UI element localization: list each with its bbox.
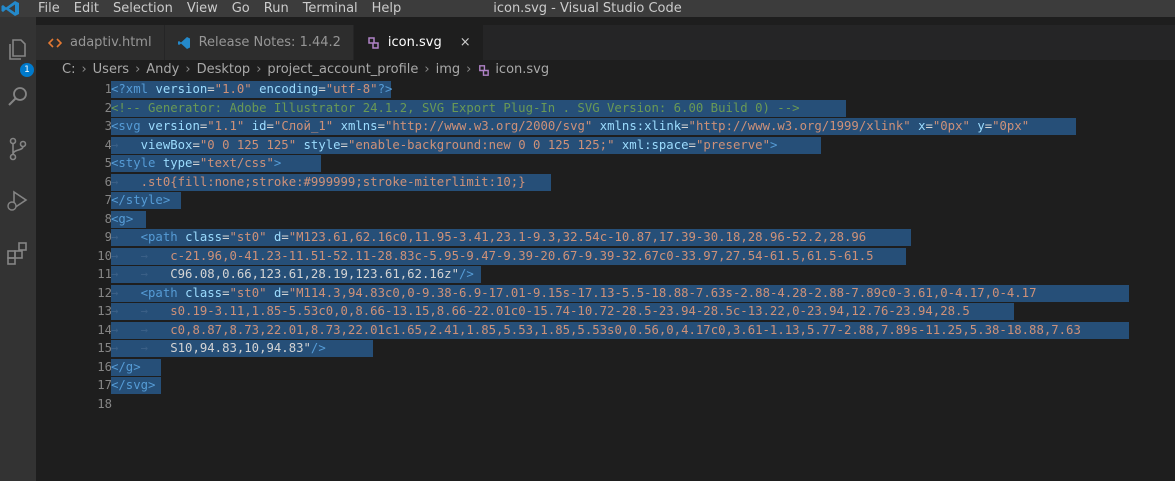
line-number: 3: [104, 119, 112, 133]
menu-file[interactable]: File: [38, 0, 60, 17]
menu-bar: File Edit Selection View Go Run Terminal…: [38, 0, 415, 17]
line-number: 18: [97, 396, 112, 411]
code-text: </svg>: [111, 378, 156, 392]
svg-file-icon: [366, 36, 380, 50]
line-number: 7: [104, 193, 112, 207]
menu-go[interactable]: Go: [232, 0, 250, 17]
tab-icon-svg[interactable]: icon.svg ×: [353, 25, 484, 60]
code-text: </style>: [111, 193, 171, 207]
line-number: 2: [104, 100, 112, 115]
line-number: 1: [104, 82, 112, 96]
code-line[interactable]: 11 → → C96.08,0.66,123.61,28.19,123.61,62…: [36, 265, 1175, 284]
tab-adaptiv-html[interactable]: adaptiv.html: [36, 25, 165, 60]
code-text: → viewBox="0 0 125 125" style="enable-ba…: [111, 137, 778, 152]
code-line[interactable]: 1 <?xml version="1.0" encoding="utf-8"?>: [36, 80, 1175, 99]
menu-view[interactable]: View: [187, 0, 218, 17]
chevron-right-icon: ›: [466, 62, 472, 77]
code-line[interactable]: 15 → → S10,94.83,10,94.83"/>: [36, 339, 1175, 358]
line-number: 8: [104, 211, 112, 226]
code-editor[interactable]: 1 <?xml version="1.0" encoding="utf-8"?> 2…: [36, 80, 1175, 481]
line-number: 11: [97, 267, 112, 281]
menu-run[interactable]: Run: [264, 0, 289, 17]
menu-edit[interactable]: Edit: [74, 0, 99, 17]
search-icon[interactable]: [4, 83, 32, 111]
code-text: → <path class="st0" d="M114.3,94.83c0,0-…: [111, 285, 1037, 300]
code-text: <style type="text/css">: [111, 156, 282, 170]
line-number: 17: [97, 378, 112, 392]
code-line[interactable]: 12 → <path class="st0" d="M114.3,94.83c0,…: [36, 284, 1175, 303]
chevron-right-icon: ›: [185, 62, 191, 77]
breadcrumb-item[interactable]: img: [436, 60, 461, 80]
explorer-icon[interactable]: [4, 35, 32, 63]
code-text: → → c0,8.87,8.73,22.01,8.73,22.01c1.65,2…: [111, 322, 1081, 337]
code-line[interactable]: 16 </g>: [36, 358, 1175, 377]
menu-selection[interactable]: Selection: [113, 0, 173, 17]
breadcrumb-item[interactable]: icon.svg: [495, 60, 549, 80]
code-text: <!-- Generator: Adobe Illustrator 24.1.2…: [111, 100, 800, 115]
source-control-icon[interactable]: [4, 135, 32, 163]
line-number: 14: [97, 322, 112, 337]
code-line[interactable]: 2 <!-- Generator: Adobe Illustrator 24.1.…: [36, 99, 1175, 118]
code-line[interactable]: 4 → viewBox="0 0 125 125" style="enable-b…: [36, 136, 1175, 155]
explorer-badge: 1: [20, 63, 34, 77]
chevron-right-icon: ›: [81, 62, 87, 77]
code-text: <g>: [111, 211, 134, 226]
code-line[interactable]: 10 → → c-21.96,0-41.23-11.51-52.11-28.83c…: [36, 247, 1175, 266]
menu-terminal[interactable]: Terminal: [303, 0, 358, 17]
tab-label: Release Notes: 1.44.2: [198, 35, 341, 50]
code-line[interactable]: 8 <g>: [36, 210, 1175, 229]
breadcrumb-item[interactable]: Users: [93, 60, 129, 80]
code-line[interactable]: 5 <style type="text/css">: [36, 154, 1175, 173]
vscode-icon: [177, 36, 191, 50]
line-number: 5: [104, 156, 112, 170]
close-icon[interactable]: ×: [460, 35, 471, 50]
run-debug-icon[interactable]: [4, 187, 32, 215]
code-line[interactable]: 18: [36, 395, 1175, 414]
html-file-icon: [47, 36, 63, 50]
tab-label: icon.svg: [387, 35, 442, 50]
line-number: 16: [97, 359, 112, 374]
breadcrumb: C: › Users › Andy › Desktop › project_ac…: [62, 60, 549, 80]
code-text: → <path class="st0" d="M123.61,62.16c0,1…: [111, 230, 867, 244]
line-number: 15: [97, 341, 112, 355]
vscode-logo-icon: [1, 1, 19, 16]
code-line[interactable]: 17 </svg>: [36, 376, 1175, 395]
code-line[interactable]: 3 <svg version="1.1" id="Слой_1" xmlns="h…: [36, 117, 1175, 136]
chevron-right-icon: ›: [424, 62, 430, 77]
code-line[interactable]: 9 → <path class="st0" d="M123.61,62.16c0,…: [36, 228, 1175, 247]
code-text: <svg version="1.1" id="Слой_1" xmlns="ht…: [111, 119, 1030, 133]
line-number: 6: [104, 174, 112, 189]
breadcrumb-item[interactable]: C:: [62, 60, 75, 80]
chevron-right-icon: ›: [256, 62, 262, 77]
code-text: → → C96.08,0.66,123.61,28.19,123.61,62.1…: [111, 267, 474, 281]
code-text: → .st0{fill:none;stroke:#999999;stroke-m…: [111, 174, 526, 189]
line-number: 13: [97, 304, 112, 318]
tab-release-notes[interactable]: Release Notes: 1.44.2: [164, 25, 354, 60]
line-number: 4: [104, 137, 112, 152]
code-line[interactable]: 13 → → s0.19-3.11,1.85-5.53c0,0,8.66-13.1…: [36, 302, 1175, 321]
code-text: → → c-21.96,0-41.23-11.51-52.11-28.83c-5…: [111, 248, 874, 263]
breadcrumb-item[interactable]: Andy: [146, 60, 179, 80]
title-bar: File Edit Selection View Go Run Terminal…: [0, 0, 1175, 17]
breadcrumb-item[interactable]: project_account_profile: [267, 60, 418, 80]
line-number: 10: [97, 248, 112, 263]
code-text: → → s0.19-3.11,1.85-5.53c0,0,8.66-13.15,…: [111, 304, 970, 318]
code-text: </g>: [111, 359, 141, 374]
chevron-right-icon: ›: [135, 62, 141, 77]
breadcrumb-item[interactable]: Desktop: [197, 60, 251, 80]
svg-file-icon: [479, 64, 490, 76]
activity-bar: 1: [0, 17, 36, 481]
code-line[interactable]: 7 </style>: [36, 191, 1175, 210]
code-text: <?xml version="1.0" encoding="utf-8"?>: [111, 82, 393, 96]
extensions-icon[interactable]: [4, 239, 32, 267]
tab-label: adaptiv.html: [70, 35, 152, 50]
code-text: → → S10,94.83,10,94.83"/>: [111, 341, 326, 355]
code-line[interactable]: 6 → .st0{fill:none;stroke:#999999;stroke-…: [36, 173, 1175, 192]
menu-help[interactable]: Help: [372, 0, 402, 17]
editor-tabs: adaptiv.html Release Notes: 1.44.2 icon.…: [36, 25, 1175, 60]
code-line[interactable]: 14 → → c0,8.87,8.73,22.01,8.73,22.01c1.65…: [36, 321, 1175, 340]
line-number: 9: [104, 230, 112, 244]
line-number: 12: [97, 285, 112, 300]
